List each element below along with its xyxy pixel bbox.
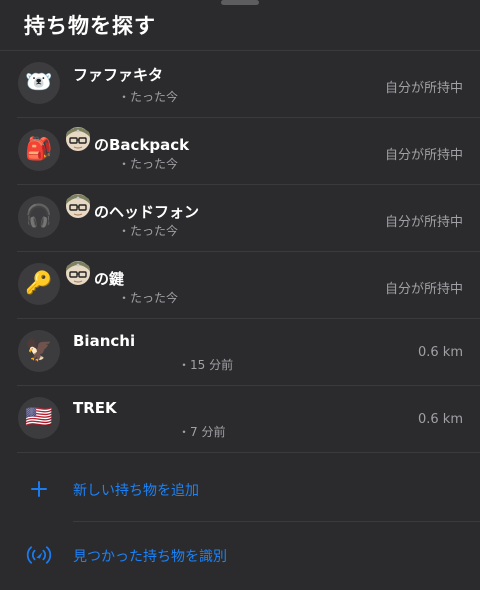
- key-icon: 🔑: [18, 263, 60, 305]
- item-name: のBackpack: [66, 127, 190, 157]
- add-item-button[interactable]: 新しい持ち物を追加: [0, 456, 480, 522]
- us-flag-icon: 🇺🇸: [18, 397, 60, 439]
- owner-memoji-avatar: [66, 261, 94, 291]
- list-item[interactable]: 🔑 の鍵・たった今 自分が所持中: [17, 252, 480, 319]
- items-list: 🐻‍❄️ ファファキタ ・たった今 自分が所持中 🎒 のBackpack ・たった今 自分が…: [0, 51, 480, 453]
- item-name: TREK: [73, 399, 117, 417]
- identify-found-item-button[interactable]: 見つかった持ち物を識別: [0, 522, 480, 588]
- eagle-icon: 🦅: [18, 330, 60, 372]
- item-status: 自分が所持中: [384, 215, 463, 230]
- list-item[interactable]: 🎒 のBackpack ・たった今 自分が所持中: [17, 118, 480, 185]
- item-name-label: Bianchi: [73, 332, 136, 350]
- item-last-seen: ・7 分前: [178, 425, 226, 439]
- backpack-icon: 🎒: [18, 129, 60, 171]
- owner-memoji-avatar: [66, 194, 94, 224]
- add-item-label: 新しい持ち物を追加: [73, 483, 199, 499]
- item-name-label: TREK: [73, 399, 117, 417]
- item-status: 自分が所持中: [384, 148, 463, 163]
- item-status: 自分が所持中: [384, 81, 463, 96]
- identify-found-item-label: 見つかった持ち物を識別: [73, 549, 227, 565]
- page-title: 持ち物を探す: [24, 14, 156, 38]
- item-status: 0.6 km: [418, 412, 463, 427]
- item-name: Bianchi: [73, 332, 135, 350]
- item-last-seen: ・たった今: [118, 224, 179, 238]
- item-status: 自分が所持中: [384, 282, 463, 297]
- list-item[interactable]: 🦅 Bianchi ・15 分前 0.6 km: [17, 319, 480, 386]
- item-name-label: の鍵: [94, 269, 125, 288]
- item-name-label: のBackpack: [94, 135, 190, 154]
- list-item[interactable]: 🇺🇸 TREK ・7 分前 0.6 km: [17, 386, 480, 453]
- item-status: 0.6 km: [418, 345, 463, 360]
- item-name-label: ファファキタ: [73, 66, 164, 84]
- sheet-grabber[interactable]: [221, 0, 259, 5]
- owner-memoji-avatar: [66, 127, 94, 157]
- item-last-seen: ・たった今: [118, 291, 179, 305]
- item-name: のヘッドフォン: [66, 194, 200, 224]
- item-name: ファファキタ: [73, 64, 163, 85]
- item-name-label: のヘッドフォン: [94, 202, 200, 221]
- list-item[interactable]: 🎧 のヘッドフォン・たった今 自分が所持中: [17, 185, 480, 252]
- item-last-seen: ・たった今: [118, 157, 179, 171]
- headphones-icon: 🎧: [18, 196, 60, 238]
- identify-signal-icon: [26, 542, 52, 568]
- item-last-seen: ・たった今: [118, 90, 179, 104]
- item-last-seen: ・15 分前: [178, 358, 234, 372]
- plus-icon: [26, 476, 52, 502]
- list-item[interactable]: 🐻‍❄️ ファファキタ・たった今 自分が所持中: [17, 51, 480, 118]
- item-name: の鍵: [66, 261, 125, 291]
- polar-bear-icon: 🐻‍❄️: [18, 62, 60, 104]
